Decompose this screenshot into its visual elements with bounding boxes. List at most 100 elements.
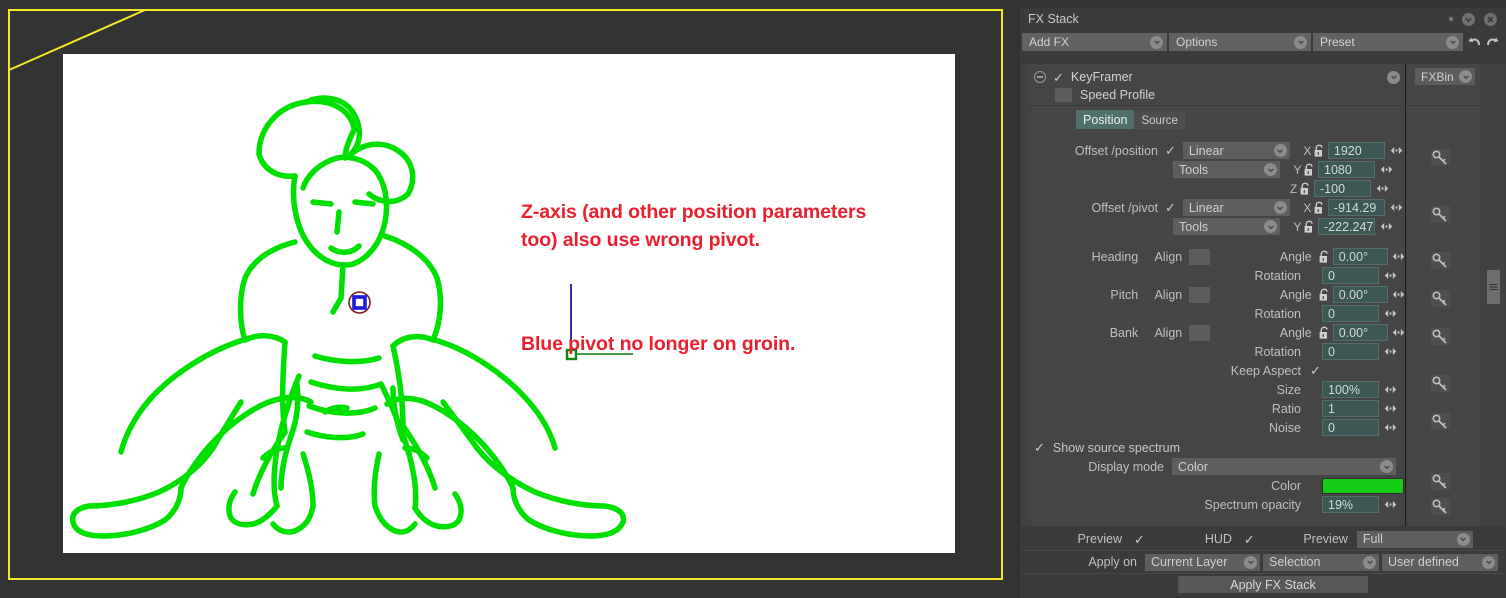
offset-pivot-interp-dropdown[interactable]: Linear: [1182, 199, 1290, 216]
lock-icon[interactable]: [1318, 250, 1330, 264]
apply-on-dropdown[interactable]: Current Layer: [1145, 553, 1260, 571]
keep-aspect-checkbox[interactable]: ✓: [1310, 364, 1321, 377]
spectrum-opacity-field[interactable]: 19%: [1322, 496, 1379, 513]
speed-profile-row[interactable]: Speed Profile: [1030, 86, 1406, 104]
stepper-icon[interactable]: [1392, 288, 1406, 302]
offset-pivot-field-x[interactable]: -914.29: [1327, 199, 1385, 216]
stepper-icon[interactable]: [1392, 250, 1406, 264]
offset-pivot-source-dropdown[interactable]: Tools: [1173, 218, 1280, 235]
offset-position-interp-dropdown[interactable]: Linear: [1182, 142, 1290, 159]
lock-icon[interactable]: [1318, 326, 1330, 340]
key-icon[interactable]: [1431, 252, 1450, 269]
pivot-marker-icon[interactable]: [347, 290, 372, 315]
stepper-icon[interactable]: [1389, 201, 1404, 215]
preview-checkbox[interactable]: ✓: [1134, 533, 1145, 546]
chevron-down-icon[interactable]: [1273, 201, 1287, 214]
stepper-icon[interactable]: [1383, 383, 1398, 397]
speed-profile-swatch[interactable]: [1055, 88, 1072, 102]
stepper-icon[interactable]: [1383, 421, 1398, 435]
effect-enabled-checkbox[interactable]: ✓: [1053, 71, 1064, 84]
selection-dropdown[interactable]: Selection: [1263, 553, 1379, 571]
bank-angle-field[interactable]: 0.00°: [1332, 324, 1388, 341]
lock-icon[interactable]: [1313, 144, 1325, 158]
preset-dropdown[interactable]: Preset: [1313, 33, 1463, 51]
stepper-icon[interactable]: [1383, 498, 1398, 512]
key-icon[interactable]: [1431, 498, 1450, 515]
ratio-field[interactable]: 1: [1322, 400, 1379, 417]
viewport[interactable]: Z-axis (and other position parameters to…: [0, 0, 1018, 598]
chevron-down-icon[interactable]: [1294, 35, 1307, 49]
bank-rotation-field[interactable]: 0: [1322, 343, 1379, 360]
stepper-icon[interactable]: [1383, 402, 1398, 416]
pitch-rotation-field[interactable]: 0: [1322, 305, 1379, 322]
key-icon[interactable]: [1431, 328, 1450, 345]
key-icon[interactable]: [1431, 149, 1450, 166]
canvas-paper[interactable]: [63, 54, 955, 553]
lock-icon[interactable]: [1313, 201, 1325, 215]
lock-icon[interactable]: [1303, 163, 1315, 177]
show-source-spectrum-row[interactable]: ✓ Show source spectrum: [1034, 439, 1406, 456]
close-icon[interactable]: [1484, 12, 1497, 26]
stepper-icon[interactable]: [1392, 326, 1406, 340]
offset-position-field-x[interactable]: 1920: [1327, 142, 1385, 159]
stepper-icon[interactable]: [1383, 345, 1398, 359]
key-icon[interactable]: [1431, 375, 1450, 392]
stepper-icon[interactable]: [1389, 144, 1404, 158]
collapse-effect-icon[interactable]: [1034, 71, 1046, 83]
stepper-icon[interactable]: [1383, 307, 1398, 321]
chevron-down-icon[interactable]: [1456, 532, 1470, 546]
chevron-down-icon[interactable]: [1273, 144, 1287, 157]
chevron-down-icon[interactable]: [1380, 460, 1393, 473]
show-spectrum-checkbox[interactable]: ✓: [1034, 441, 1045, 454]
preview-quality-dropdown[interactable]: Full: [1356, 530, 1473, 548]
undo-icon[interactable]: [1465, 33, 1482, 51]
stepper-icon[interactable]: [1379, 220, 1394, 234]
panel-scrollbar-handle[interactable]: [1487, 270, 1500, 304]
fxbin-dropdown[interactable]: FXBin: [1415, 68, 1475, 85]
chevron-down-icon[interactable]: [1387, 70, 1400, 84]
heading-align-swatch[interactable]: [1189, 248, 1211, 265]
heading-angle-field[interactable]: 0.00°: [1332, 248, 1388, 265]
offset-pivot-checkbox[interactable]: ✓: [1165, 201, 1176, 214]
chevron-down-icon[interactable]: [1264, 220, 1277, 233]
key-icon[interactable]: [1431, 413, 1450, 430]
size-field[interactable]: 100%: [1322, 381, 1379, 398]
bank-align-swatch[interactable]: [1189, 324, 1211, 341]
pitch-align-swatch[interactable]: [1189, 286, 1211, 303]
offset-position-field-z[interactable]: -100: [1314, 180, 1371, 197]
lock-icon[interactable]: [1303, 220, 1315, 234]
lock-icon[interactable]: [1299, 182, 1311, 196]
effect-header-keyframer[interactable]: ✓ KeyFramer: [1030, 68, 1406, 86]
offset-pivot-field-y[interactable]: -222.247: [1318, 218, 1375, 235]
display-mode-dropdown[interactable]: Color: [1172, 458, 1396, 475]
redo-icon[interactable]: [1484, 33, 1501, 51]
panel-titlebar[interactable]: FX Stack: [1020, 8, 1506, 30]
key-icon[interactable]: [1431, 473, 1450, 490]
stepper-icon[interactable]: [1379, 163, 1394, 177]
offset-position-source-dropdown[interactable]: Tools: [1173, 161, 1280, 178]
user-defined-dropdown[interactable]: User defined: [1382, 553, 1498, 571]
color-swatch[interactable]: [1322, 477, 1404, 494]
hud-checkbox[interactable]: ✓: [1244, 533, 1255, 546]
chevron-down-icon[interactable]: [1482, 555, 1495, 569]
lock-icon[interactable]: [1318, 288, 1330, 302]
key-icon[interactable]: [1431, 290, 1450, 307]
tab-position[interactable]: Position: [1076, 110, 1135, 129]
chevron-down-icon[interactable]: [1264, 163, 1277, 176]
apply-fx-stack-button[interactable]: Apply FX Stack: [1178, 576, 1368, 593]
tab-source[interactable]: Source: [1134, 112, 1185, 129]
chevron-down-icon[interactable]: [1244, 555, 1257, 569]
key-icon[interactable]: [1431, 206, 1450, 223]
chevron-down-icon[interactable]: [1150, 35, 1163, 49]
stepper-icon[interactable]: [1375, 182, 1390, 196]
chevron-down-icon[interactable]: [1446, 35, 1459, 49]
stepper-icon[interactable]: [1383, 269, 1398, 283]
heading-rotation-field[interactable]: 0: [1322, 267, 1379, 284]
add-fx-dropdown[interactable]: Add FX: [1022, 33, 1167, 51]
collapse-icon[interactable]: [1462, 12, 1475, 26]
noise-field[interactable]: 0: [1322, 419, 1379, 436]
offset-position-checkbox[interactable]: ✓: [1165, 144, 1176, 157]
pitch-angle-field[interactable]: 0.00°: [1332, 286, 1388, 303]
options-dropdown[interactable]: Options: [1169, 33, 1311, 51]
chevron-down-icon[interactable]: [1363, 555, 1376, 569]
